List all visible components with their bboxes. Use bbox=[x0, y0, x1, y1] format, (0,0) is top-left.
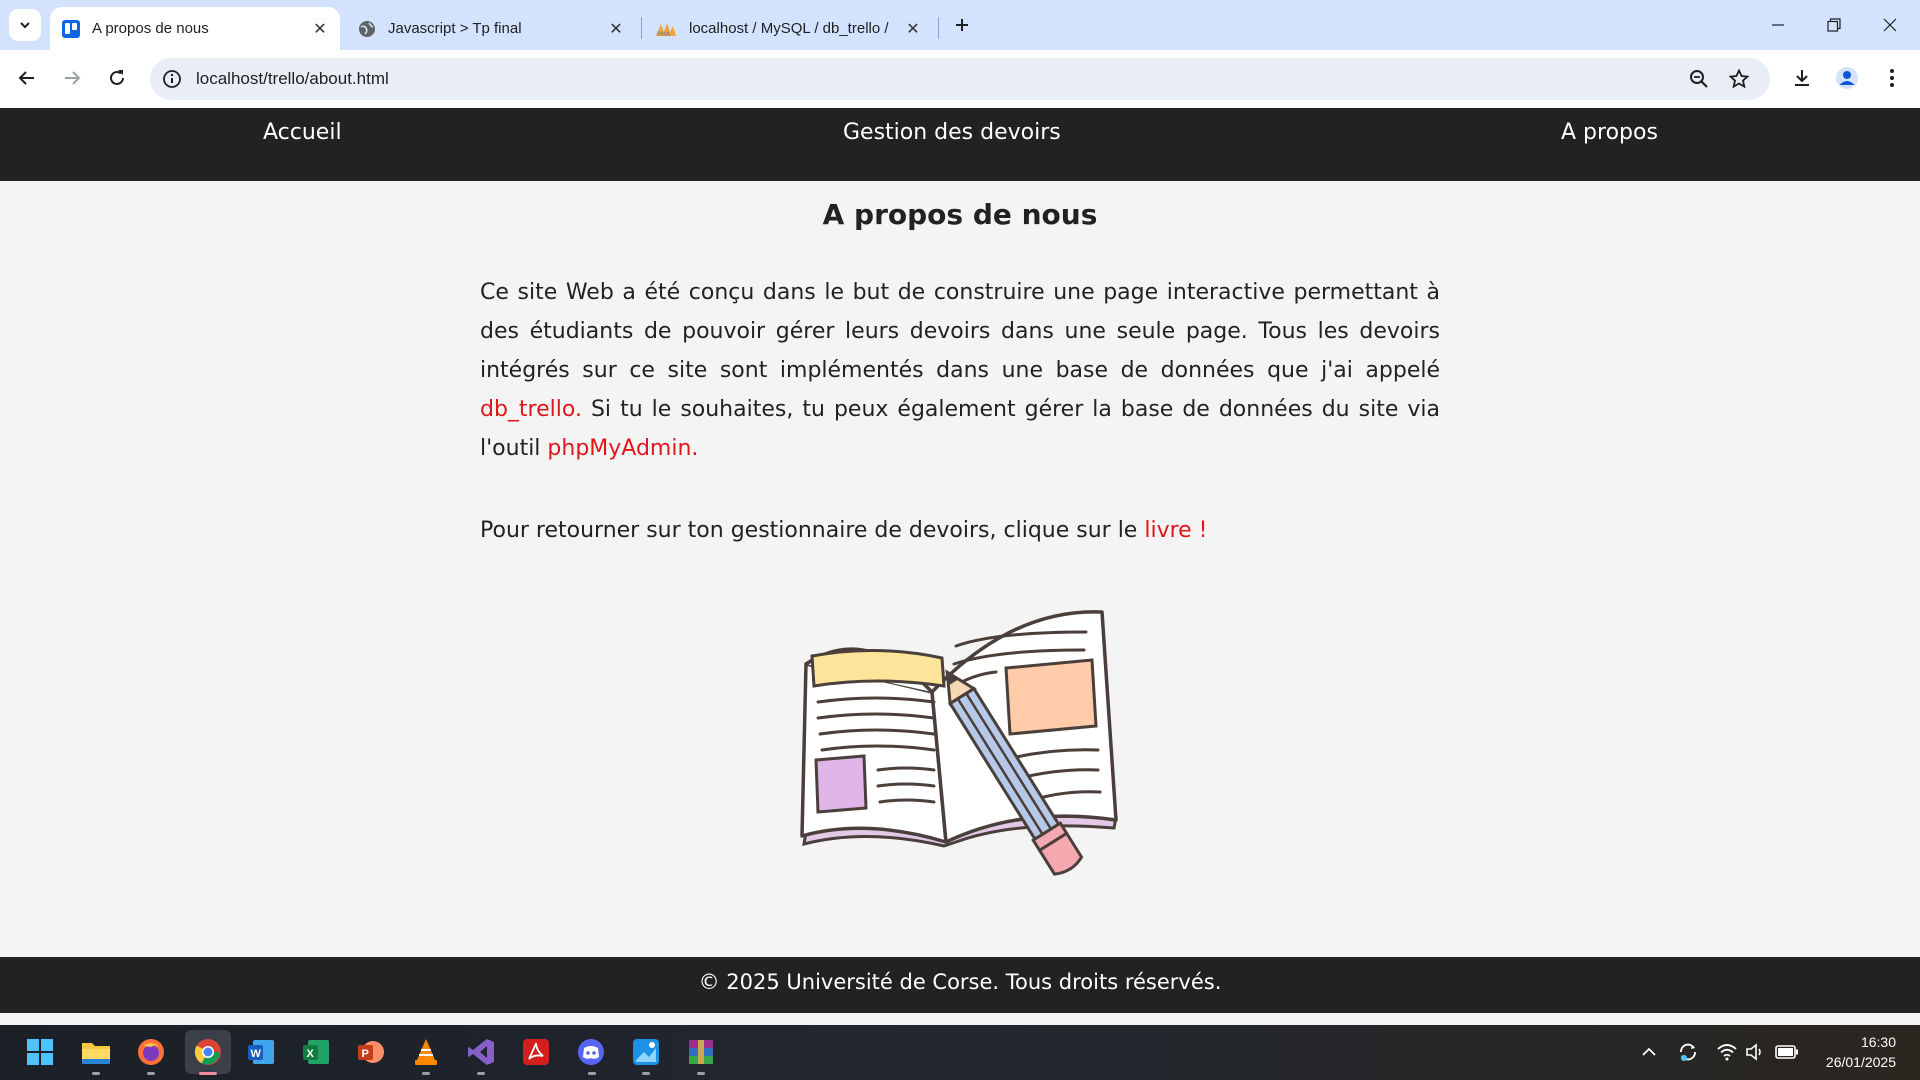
kebab-menu-icon bbox=[1890, 69, 1894, 87]
winrar-icon[interactable] bbox=[684, 1035, 718, 1069]
arrow-right-icon bbox=[65, 71, 81, 85]
tab-search-button[interactable] bbox=[9, 9, 41, 41]
running-indicator bbox=[697, 1072, 705, 1075]
excel-icon[interactable]: X bbox=[299, 1035, 333, 1069]
return-paragraph: Pour retourner sur ton gestionnaire de d… bbox=[480, 511, 1440, 550]
page-title: A propos de nous bbox=[822, 198, 1098, 231]
bookmark-star-icon[interactable] bbox=[1728, 68, 1750, 90]
tab-about[interactable]: A propos de nous ✕ bbox=[50, 7, 340, 50]
word-icon[interactable]: W bbox=[244, 1035, 278, 1069]
powerpoint-icon[interactable]: P bbox=[354, 1035, 388, 1069]
address-bar[interactable]: localhost/trello/about.html bbox=[150, 58, 1770, 100]
clock-time: 16:30 bbox=[1860, 1034, 1896, 1050]
file-explorer-icon[interactable] bbox=[79, 1035, 113, 1069]
arrow-left-icon bbox=[18, 71, 34, 85]
discord-icon[interactable] bbox=[574, 1035, 608, 1069]
site-info-icon[interactable] bbox=[162, 69, 182, 89]
close-tab-icon[interactable]: ✕ bbox=[308, 17, 332, 41]
windows-start-icon[interactable] bbox=[23, 1035, 57, 1069]
db-trello-link[interactable]: db_trello. bbox=[480, 397, 582, 422]
firefox-icon[interactable] bbox=[134, 1035, 168, 1069]
close-tab-icon[interactable]: ✕ bbox=[901, 17, 925, 41]
url-text[interactable]: localhost/trello/about.html bbox=[196, 69, 389, 89]
page-bottom-gap bbox=[0, 1013, 1920, 1025]
tab-separator bbox=[641, 17, 642, 39]
nav-link-home[interactable]: Accueil bbox=[263, 120, 342, 145]
running-indicator bbox=[588, 1072, 596, 1075]
paint-icon[interactable] bbox=[629, 1035, 663, 1069]
vlc-icon[interactable] bbox=[409, 1035, 443, 1069]
svg-text:X: X bbox=[307, 1048, 315, 1060]
site-footer: © 2025 Université de Corse. Tous droits … bbox=[0, 957, 1920, 1013]
visual-studio-icon[interactable] bbox=[464, 1035, 498, 1069]
tab-phpmyadmin[interactable]: PMA localhost / MySQL / db_trello / ✕ bbox=[643, 7, 933, 50]
download-icon bbox=[1795, 70, 1809, 86]
minimize-button[interactable] bbox=[1750, 0, 1806, 50]
close-icon bbox=[1883, 18, 1897, 32]
globe-icon bbox=[359, 20, 375, 37]
downloads-button[interactable] bbox=[1785, 61, 1819, 95]
close-tab-icon[interactable]: ✕ bbox=[604, 17, 628, 41]
battery-icon[interactable] bbox=[1775, 1040, 1799, 1064]
phpmyadmin-icon: PMA bbox=[656, 22, 676, 38]
zoom-icon[interactable] bbox=[1688, 68, 1710, 90]
intro-text-a: Ce site Web a été conçu dans le but de c… bbox=[480, 280, 1440, 383]
plus-icon bbox=[956, 19, 968, 31]
svg-text:PMA: PMA bbox=[657, 31, 671, 38]
system-clock[interactable]: 16:30 26/01/2025 bbox=[1826, 1032, 1896, 1072]
wifi-icon[interactable] bbox=[1715, 1040, 1739, 1064]
tab-separator bbox=[938, 17, 939, 39]
nav-link-about[interactable]: A propos bbox=[1561, 120, 1658, 145]
clock-date: 26/01/2025 bbox=[1825, 1054, 1896, 1070]
book-link[interactable]: livre ! bbox=[1144, 518, 1207, 543]
book-illustration[interactable] bbox=[796, 606, 1126, 892]
footer-copyright: © 2025 Université de Corse. Tous droits … bbox=[698, 970, 1222, 994]
close-window-button[interactable] bbox=[1862, 0, 1918, 50]
tab-strip: A propos de nous ✕ Javascript > Tp final… bbox=[0, 0, 1920, 50]
chrome-menu-button[interactable] bbox=[1875, 61, 1909, 95]
sync-icon[interactable] bbox=[1676, 1040, 1700, 1064]
reload-button[interactable] bbox=[100, 61, 134, 95]
restore-icon bbox=[1827, 18, 1841, 32]
phpmyadmin-link[interactable]: phpMyAdmin. bbox=[547, 436, 698, 461]
chrome-icon[interactable] bbox=[185, 1030, 231, 1074]
tab-javascript[interactable]: Javascript > Tp final ✕ bbox=[346, 7, 636, 50]
show-hidden-icons-chevron-icon[interactable] bbox=[1637, 1040, 1661, 1064]
windows-taskbar: W X P 16:30 26/01/2025 bbox=[0, 1025, 1920, 1080]
running-indicator bbox=[422, 1072, 430, 1075]
nav-link-tasks[interactable]: Gestion des devoirs bbox=[843, 120, 1061, 145]
profile-avatar-icon bbox=[1836, 67, 1858, 89]
running-indicator bbox=[477, 1072, 485, 1075]
new-tab-button[interactable] bbox=[948, 11, 976, 39]
running-indicator bbox=[92, 1072, 100, 1075]
running-indicator bbox=[147, 1072, 155, 1075]
active-indicator bbox=[199, 1072, 217, 1075]
chevron-down-icon bbox=[20, 22, 30, 29]
svg-text:W: W bbox=[251, 1048, 262, 1060]
back-button[interactable] bbox=[10, 61, 44, 95]
volume-icon[interactable] bbox=[1743, 1040, 1767, 1064]
site-navbar: Accueil Gestion des devoirs A propos bbox=[0, 108, 1920, 181]
tab-title: localhost / MySQL / db_trello / bbox=[689, 20, 889, 37]
restore-button[interactable] bbox=[1806, 0, 1862, 50]
forward-button[interactable] bbox=[55, 61, 89, 95]
reload-icon bbox=[110, 70, 124, 85]
tab-title: Javascript > Tp final bbox=[388, 20, 522, 37]
intro-paragraph: Ce site Web a été conçu dans le but de c… bbox=[480, 273, 1440, 468]
running-indicator bbox=[642, 1072, 650, 1075]
browser-toolbar: localhost/trello/about.html bbox=[0, 50, 1920, 108]
return-text: Pour retourner sur ton gestionnaire de d… bbox=[480, 518, 1145, 543]
acrobat-icon[interactable] bbox=[519, 1035, 553, 1069]
trello-icon bbox=[62, 19, 80, 38]
minimize-icon bbox=[1772, 24, 1784, 26]
profile-button[interactable] bbox=[1830, 61, 1864, 95]
svg-text:P: P bbox=[362, 1048, 369, 1060]
tab-title: A propos de nous bbox=[92, 20, 209, 37]
